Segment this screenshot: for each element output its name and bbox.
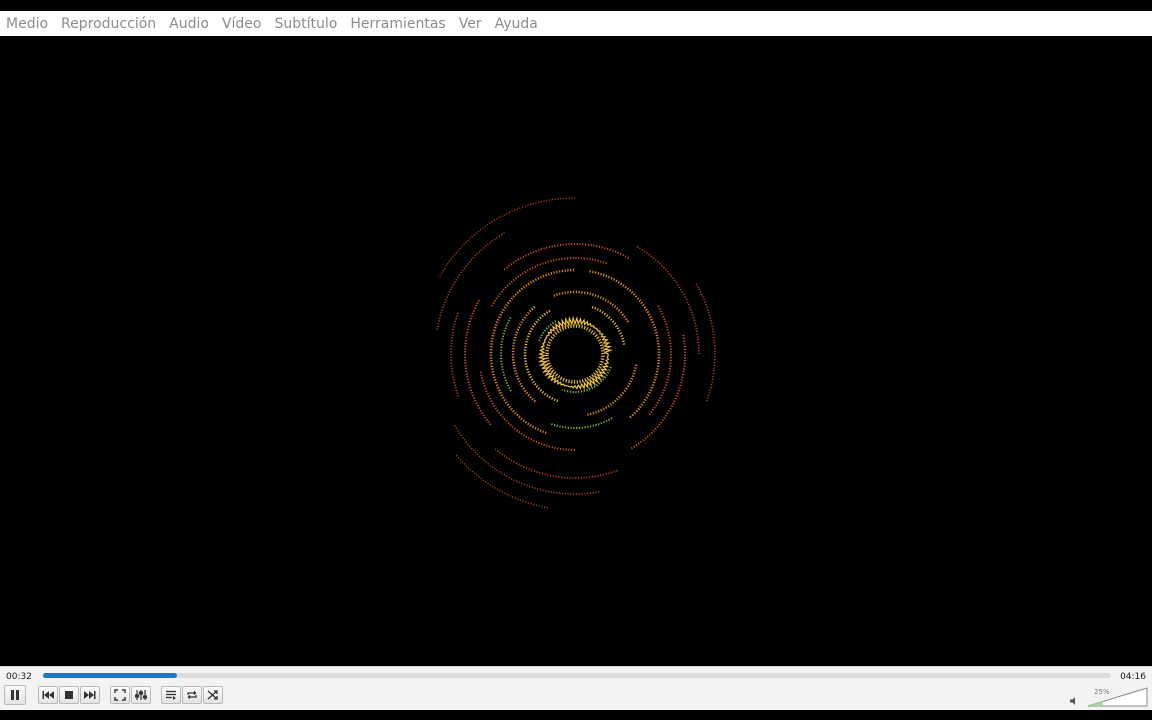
visualization-arc [553, 290, 630, 324]
visualization-arc [450, 311, 460, 397]
visualization-arc [589, 270, 661, 420]
visualization-spectrum [537, 315, 614, 391]
total-time: 04:16 [1120, 672, 1146, 682]
fullscreen-button[interactable] [110, 686, 130, 704]
menu-ayuda[interactable]: Ayuda [489, 16, 545, 32]
fullscreen-icon [114, 689, 126, 701]
menu-subtitulo[interactable]: Subtítulo [269, 16, 345, 32]
elapsed-time: 00:32 [6, 672, 32, 682]
playlist-icon [166, 690, 176, 700]
stop-icon [65, 691, 73, 699]
stop-button[interactable] [59, 686, 79, 704]
visualization-arc [464, 298, 492, 426]
window-bottom-edge [0, 710, 1152, 720]
menu-bar: Medio Reproducción Audio Vídeo Subtítulo… [0, 11, 1152, 36]
visualization-arc [545, 324, 605, 384]
window-top-edge [0, 0, 1152, 11]
visualization-arc [629, 334, 686, 451]
menu-reproduccion[interactable]: Reproducción [55, 16, 163, 32]
extended-settings-button[interactable] [131, 686, 151, 704]
loop-icon [187, 691, 197, 699]
volume-percent: 25% [1094, 688, 1110, 696]
menu-medio[interactable]: Medio [0, 16, 55, 32]
next-button[interactable] [80, 686, 100, 704]
visualization-arc [523, 309, 559, 403]
menu-herramientas[interactable]: Herramientas [344, 16, 452, 32]
video-area[interactable] [0, 36, 1152, 666]
visualization-arc [500, 316, 512, 392]
speaker-icon[interactable] [1069, 696, 1079, 706]
shuffle-icon [207, 690, 218, 700]
skip-next-icon [84, 691, 96, 699]
pause-button[interactable] [4, 685, 26, 705]
pause-icon [11, 690, 19, 700]
visualization-arc [454, 453, 549, 509]
visualization-arc [494, 448, 618, 479]
visualization-arc [453, 423, 600, 495]
skip-previous-icon [42, 691, 54, 699]
seek-bar[interactable] [43, 673, 1111, 678]
menu-video[interactable]: Vídeo [216, 16, 269, 32]
seek-progress [43, 673, 177, 678]
previous-button[interactable] [38, 686, 58, 704]
control-bar: 00:32 04:16 [0, 666, 1152, 711]
audio-visualization [436, 197, 716, 509]
media-player-window: Medio Reproducción Audio Vídeo Subtítulo… [0, 0, 1152, 720]
equalizer-icon [135, 690, 147, 700]
loop-button[interactable] [182, 686, 202, 704]
playlist-button[interactable] [161, 686, 181, 704]
shuffle-button[interactable] [203, 686, 223, 704]
visualization-arc [585, 364, 638, 417]
visualization-arc [511, 305, 536, 403]
menu-ver[interactable]: Ver [453, 16, 489, 32]
visualization-arc [439, 197, 576, 277]
visualization-arc [636, 245, 700, 355]
visualization-arc [549, 417, 613, 429]
visualization-arc [591, 305, 626, 346]
visualization-arc [503, 243, 631, 271]
menu-audio[interactable]: Audio [163, 16, 216, 32]
